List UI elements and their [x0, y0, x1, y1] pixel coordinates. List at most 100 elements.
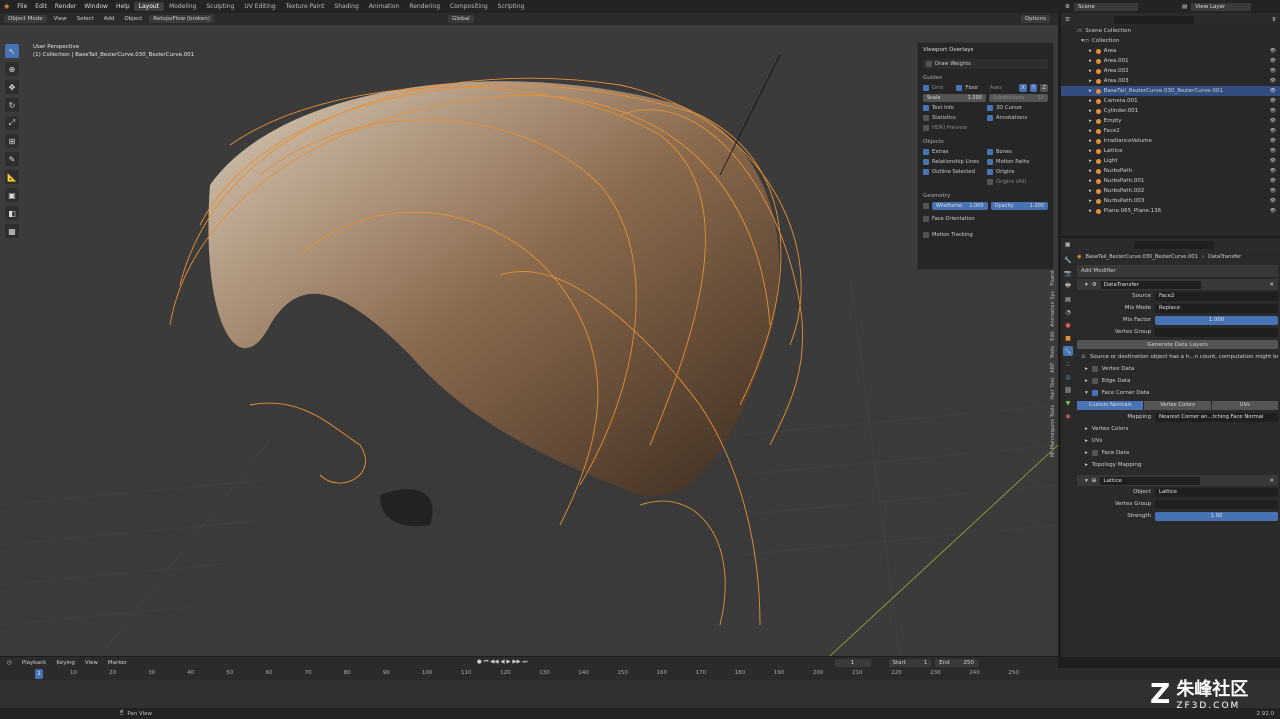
- scene-collection-row[interactable]: ▭ Scene Collection: [1061, 26, 1280, 36]
- blender-logo-icon[interactable]: ◉: [0, 3, 13, 10]
- expand-icon[interactable]: ▸: [1089, 88, 1092, 94]
- menu-marker[interactable]: Marker: [105, 660, 130, 666]
- visibility-eye-icon[interactable]: 👁: [1270, 98, 1276, 104]
- start-frame-field[interactable]: Start 1: [888, 658, 932, 667]
- timeline-area[interactable]: 1 10 20 30 40 50 60 70 80 90 100 110 120 130 140 150 16…: [0, 668, 1280, 708]
- expand-icon[interactable]: ▸: [1089, 158, 1092, 164]
- tool-tab-icon[interactable]: 🔧: [1063, 255, 1073, 265]
- visibility-eye-icon[interactable]: 👁: [1270, 188, 1276, 194]
- vertex-data-checkbox[interactable]: [1091, 366, 1098, 372]
- view-layer-tab-icon[interactable]: ▤: [1063, 294, 1073, 304]
- lattice-name-field[interactable]: Lattice: [1100, 476, 1201, 485]
- side-tab-edit[interactable]: Edit: [1050, 331, 1056, 341]
- side-tab-arp[interactable]: ARP: [1050, 363, 1056, 373]
- face-corner-data-checkbox[interactable]: [1091, 390, 1098, 396]
- view-layer-selector[interactable]: View Layer: [1191, 2, 1252, 11]
- current-frame-field[interactable]: 1: [834, 658, 871, 667]
- text-info-checkbox[interactable]: [923, 105, 929, 111]
- menu-window[interactable]: Window: [80, 3, 112, 10]
- draw-weights-checkbox[interactable]: [926, 61, 932, 67]
- face-orientation-checkbox[interactable]: [923, 216, 929, 222]
- mix-factor-slider[interactable]: 1.000: [1155, 315, 1278, 325]
- mapping-dropdown[interactable]: Nearest Corner an...tching Face Normal: [1155, 412, 1278, 422]
- menu-add[interactable]: Add: [101, 16, 118, 22]
- vertex-group-field[interactable]: [1155, 327, 1278, 337]
- tab-texture-paint[interactable]: Texture Paint: [281, 2, 330, 11]
- extra-tool-icon[interactable]: ◧: [5, 206, 19, 220]
- extra-tool-2-icon[interactable]: ▦: [5, 224, 19, 238]
- outliner-item[interactable]: ▸ IrradianceVolume 👁: [1061, 136, 1280, 146]
- outliner-item[interactable]: ▸ Cylinder.001 👁: [1061, 106, 1280, 116]
- expand-icon[interactable]: ▸: [1089, 128, 1092, 134]
- properties-search-input[interactable]: [1134, 240, 1215, 249]
- modifier-name-field[interactable]: DataTransfer: [1100, 280, 1201, 289]
- transform-orientation-dropdown[interactable]: Global: [448, 15, 474, 23]
- expand-icon[interactable]: ▸: [1089, 118, 1092, 124]
- relationship-lines-checkbox[interactable]: [923, 159, 929, 165]
- visibility-eye-icon[interactable]: 👁: [1270, 208, 1276, 214]
- cursor-tool-icon[interactable]: ⊕: [5, 62, 19, 76]
- outliner-item[interactable]: ▸ Face2 👁: [1061, 126, 1280, 136]
- origins-checkbox[interactable]: [987, 169, 993, 175]
- grid-checkbox[interactable]: [923, 85, 929, 91]
- outliner-item[interactable]: ▸ NurbsPath 👁: [1061, 166, 1280, 176]
- menu-file[interactable]: File: [13, 3, 31, 10]
- world-tab-icon[interactable]: ●: [1063, 320, 1073, 330]
- outliner-item[interactable]: ▸ Area.002 👁: [1061, 66, 1280, 76]
- physics-tab-icon[interactable]: ◎: [1063, 372, 1073, 382]
- custom-normals-toggle[interactable]: Custom Normals: [1077, 400, 1144, 410]
- visibility-eye-icon[interactable]: 👁: [1270, 118, 1276, 124]
- expand-icon[interactable]: ▸: [1089, 78, 1092, 84]
- face-corner-data-row[interactable]: ▾ Face Corner Data: [1077, 387, 1278, 399]
- object-tab-icon[interactable]: ■: [1063, 333, 1073, 343]
- bones-checkbox[interactable]: [987, 149, 993, 155]
- axis-y-toggle[interactable]: Y: [1029, 84, 1038, 92]
- generate-data-layers-button[interactable]: Generate Data Layers: [1077, 340, 1278, 349]
- outliner-item[interactable]: ▸ Area.003 👁: [1061, 76, 1280, 86]
- visibility-eye-icon[interactable]: 👁: [1270, 88, 1276, 94]
- vertex-data-row[interactable]: ▸ Vertex Data: [1077, 363, 1278, 375]
- subdivisions-field[interactable]: Subdivisions 10: [988, 94, 1048, 102]
- material-tab-icon[interactable]: ◉: [1063, 411, 1073, 421]
- origins-all-checkbox[interactable]: [987, 179, 993, 185]
- collapse-icon[interactable]: ▾: [1085, 282, 1088, 288]
- expand-icon[interactable]: ▸: [1089, 68, 1092, 74]
- properties-editor-icon[interactable]: ▦: [1065, 242, 1070, 248]
- collection-row[interactable]: ▾▭ Collection: [1061, 36, 1280, 46]
- outline-selected-checkbox[interactable]: [923, 169, 929, 175]
- wireframe-field[interactable]: Wireframe 1.000: [932, 202, 988, 210]
- mix-mode-dropdown[interactable]: Replace: [1155, 303, 1278, 313]
- vertex-colors-toggle[interactable]: Vertex Colors: [1144, 400, 1211, 410]
- tab-layout[interactable]: Layout: [133, 2, 165, 11]
- outliner-item[interactable]: ▸ Lattice 👁: [1061, 146, 1280, 156]
- expand-icon[interactable]: ▸: [1085, 378, 1088, 384]
- tab-scripting[interactable]: Scripting: [493, 2, 530, 11]
- rotate-tool-icon[interactable]: ↻: [5, 98, 19, 112]
- playback-controls[interactable]: ● ⏮ ◀◀ ◀ ▶ ▶▶ ⏭: [474, 659, 531, 666]
- outliner-item[interactable]: ▸ BaseTail_BezierCurve.030_BezierCurve.00…: [1061, 86, 1280, 96]
- close-icon[interactable]: ✕: [1269, 282, 1274, 288]
- modifier-datatransfer-header[interactable]: ▾ ⚙ DataTransfer ✕: [1077, 279, 1278, 290]
- axis-x-toggle[interactable]: X: [1019, 84, 1027, 92]
- edge-data-checkbox[interactable]: [1091, 378, 1098, 384]
- side-tab-animation-sys[interactable]: Animation Sys: [1050, 291, 1056, 327]
- statistics-checkbox[interactable]: [923, 115, 929, 121]
- transform-tool-icon[interactable]: ⊞: [5, 134, 19, 148]
- expand-icon[interactable]: ▸: [1089, 198, 1092, 204]
- expand-icon[interactable]: ▸: [1085, 438, 1088, 444]
- draw-weights-row[interactable]: Draw Weights: [923, 59, 1048, 69]
- menu-edit[interactable]: Edit: [31, 3, 51, 10]
- visibility-eye-icon[interactable]: 👁: [1270, 58, 1276, 64]
- source-field[interactable]: Face2: [1155, 291, 1278, 301]
- expand-icon[interactable]: ▸: [1089, 208, 1092, 214]
- expand-icon[interactable]: ▸: [1089, 138, 1092, 144]
- face-data-row[interactable]: ▸ Face Data: [1077, 447, 1278, 459]
- output-tab-icon[interactable]: 🖶: [1063, 281, 1073, 291]
- collapse-icon[interactable]: ▾: [1085, 478, 1088, 484]
- tab-sculpting[interactable]: Sculpting: [201, 2, 239, 11]
- data-tab-icon[interactable]: ▼: [1063, 398, 1073, 408]
- expand-icon[interactable]: ▸: [1089, 168, 1092, 174]
- tab-uv-editing[interactable]: UV Editing: [239, 2, 280, 11]
- modifier-tab-icon[interactable]: 🔧: [1063, 346, 1073, 356]
- visibility-eye-icon[interactable]: 👁: [1270, 108, 1276, 114]
